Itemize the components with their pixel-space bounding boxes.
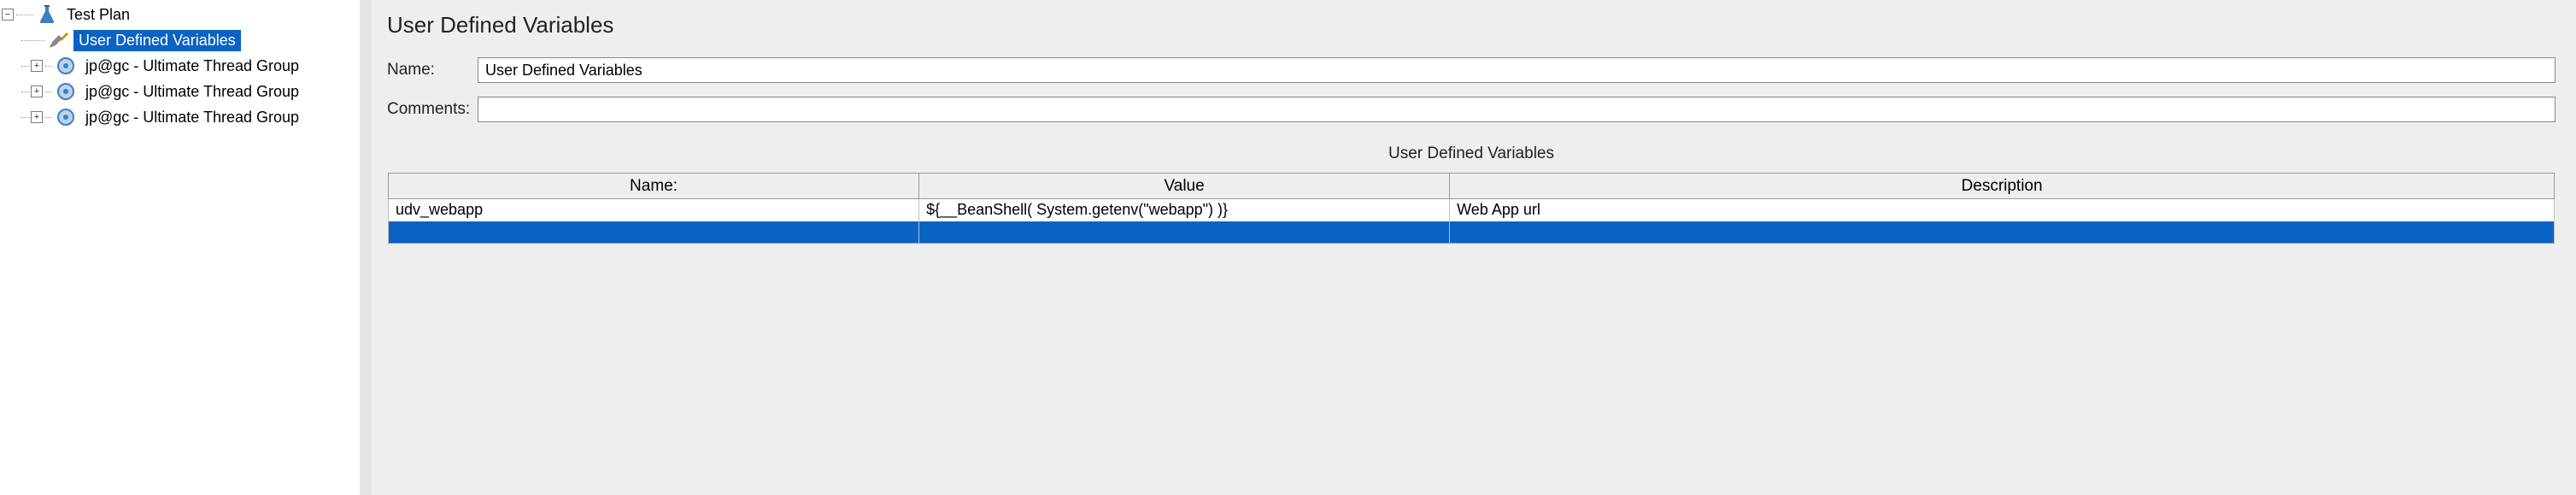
tree-connector — [45, 117, 52, 118]
expand-icon[interactable]: + — [31, 85, 43, 97]
expand-icon[interactable]: + — [31, 60, 43, 72]
variables-table[interactable]: Name: Value Description udv_webapp ${__B… — [388, 173, 2555, 244]
table-section-title: User Defined Variables — [387, 144, 2555, 163]
comments-field[interactable] — [478, 97, 2555, 122]
page-title: User Defined Variables — [387, 12, 2555, 38]
name-field[interactable] — [478, 57, 2555, 83]
col-header-value[interactable]: Value — [919, 174, 1450, 199]
tree-child-0-label[interactable]: User Defined Variables — [73, 30, 241, 51]
tree-child-1-label[interactable]: jp@gc - Ultimate Thread Group — [80, 56, 304, 77]
form-row-comments: Comments: — [387, 97, 2555, 122]
tree-connector — [45, 66, 52, 67]
tree-row-root[interactable]: − Test Plan — [0, 2, 360, 27]
pane-splitter[interactable] — [363, 0, 372, 495]
tree-row-child-3[interactable]: + jp@gc - Ultimate Thread Group — [0, 104, 360, 130]
gear-icon — [55, 80, 77, 103]
tree-child-3-label[interactable]: jp@gc - Ultimate Thread Group — [80, 107, 304, 128]
tree-row-child-2[interactable]: + jp@gc - Ultimate Thread Group — [0, 79, 360, 104]
content-pane: User Defined Variables Name: Comments: U… — [372, 0, 2576, 495]
form-row-name: Name: — [387, 57, 2555, 83]
tools-icon — [48, 29, 70, 51]
tree-connector — [21, 117, 30, 118]
cell-name[interactable]: udv_webapp — [389, 199, 919, 221]
tree-pane: − Test Plan User Defined Variables + jp@… — [0, 0, 363, 495]
tree-connector — [21, 40, 45, 41]
cell-description[interactable]: Web App url — [1450, 199, 2555, 221]
tree-row-child-1[interactable]: + jp@gc - Ultimate Thread Group — [0, 53, 360, 79]
tree-row-child-0[interactable]: User Defined Variables — [0, 27, 360, 53]
expand-icon[interactable]: + — [31, 111, 43, 123]
variables-table-wrap: Name: Value Description udv_webapp ${__B… — [387, 172, 2555, 495]
col-header-description[interactable]: Description — [1450, 174, 2555, 199]
tree-connector — [21, 91, 30, 92]
comments-label: Comments: — [387, 100, 478, 119]
cell-value[interactable]: ${__BeanShell( System.getenv("webapp") )… — [919, 199, 1450, 221]
tree-connector — [45, 91, 52, 92]
gear-icon — [55, 55, 77, 77]
flask-icon — [36, 3, 58, 26]
collapse-icon[interactable]: − — [2, 9, 14, 21]
name-label: Name: — [387, 61, 478, 80]
table-row[interactable]: udv_webapp ${__BeanShell( System.getenv(… — [389, 199, 2555, 221]
table-row-empty-selected[interactable] — [389, 221, 2555, 244]
gear-icon — [55, 106, 77, 128]
tree-root-label[interactable]: Test Plan — [62, 4, 135, 26]
tree-child-2-label[interactable]: jp@gc - Ultimate Thread Group — [80, 81, 304, 103]
col-header-name[interactable]: Name: — [389, 174, 919, 199]
tree-connector — [21, 66, 30, 67]
